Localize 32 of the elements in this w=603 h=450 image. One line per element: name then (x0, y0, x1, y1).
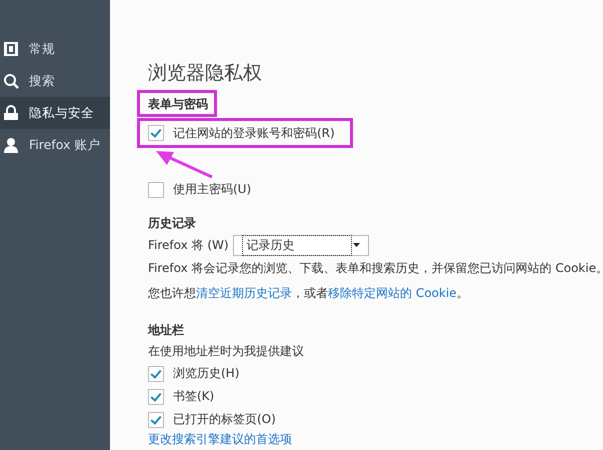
caret-icon (352, 243, 360, 247)
sidebar-item[interactable]: Firefox 账户 (0, 129, 110, 161)
person-icon (3, 137, 19, 153)
checkbox[interactable] (148, 366, 164, 382)
history-hint: 您也许想清空近期历史记录，或者移除特定网站的 Cookie。 (148, 285, 470, 302)
section-heading: 历史记录 (148, 215, 196, 232)
section-heading: 表单与密码 (148, 96, 208, 113)
select-label: Firefox 将 (W) (148, 236, 229, 254)
checkbox-label: 使用主密码(U) (173, 181, 252, 198)
annotation-arrow (156, 151, 213, 178)
checkbox[interactable] (148, 125, 164, 141)
panel-icon (3, 41, 19, 57)
checkbox-label: 书签(K) (173, 388, 214, 405)
clear-history-link[interactable]: 清空近期历史记录 (196, 286, 292, 300)
remove-cookies-link[interactable]: 移除特定网站的 Cookie (328, 286, 457, 300)
checkbox[interactable] (148, 388, 164, 404)
checkbox-label: 已打开的标签页(O) (173, 411, 276, 428)
history-description: Firefox 将会记录您的浏览、下载、表单和搜索历史，并保留您已访问网站的 Cookie。 (148, 260, 603, 277)
checkbox[interactable] (148, 182, 164, 198)
checkbox-label: 浏览历史(H) (173, 365, 240, 382)
history-dropdown[interactable]: 记录历史 (232, 234, 369, 256)
sidebar-item[interactable]: 搜索 (0, 65, 110, 97)
page-title: 浏览器隐私权 (148, 61, 263, 86)
address-bar-description: 在使用地址栏时为我提供建议 (148, 343, 305, 360)
checkbox[interactable] (148, 412, 164, 428)
sidebar-item[interactable]: 隐私与安全 (0, 97, 110, 129)
lock-icon (3, 105, 19, 121)
sidebar-item[interactable]: 常规 (0, 33, 110, 65)
search-icon (3, 73, 19, 89)
checkbox-label: 记住网站的登录账号和密码(R) (173, 124, 335, 142)
search-suggestions-link[interactable]: 更改搜索引擎建议的首选项 (148, 431, 292, 448)
section-heading: 地址栏 (148, 322, 184, 339)
